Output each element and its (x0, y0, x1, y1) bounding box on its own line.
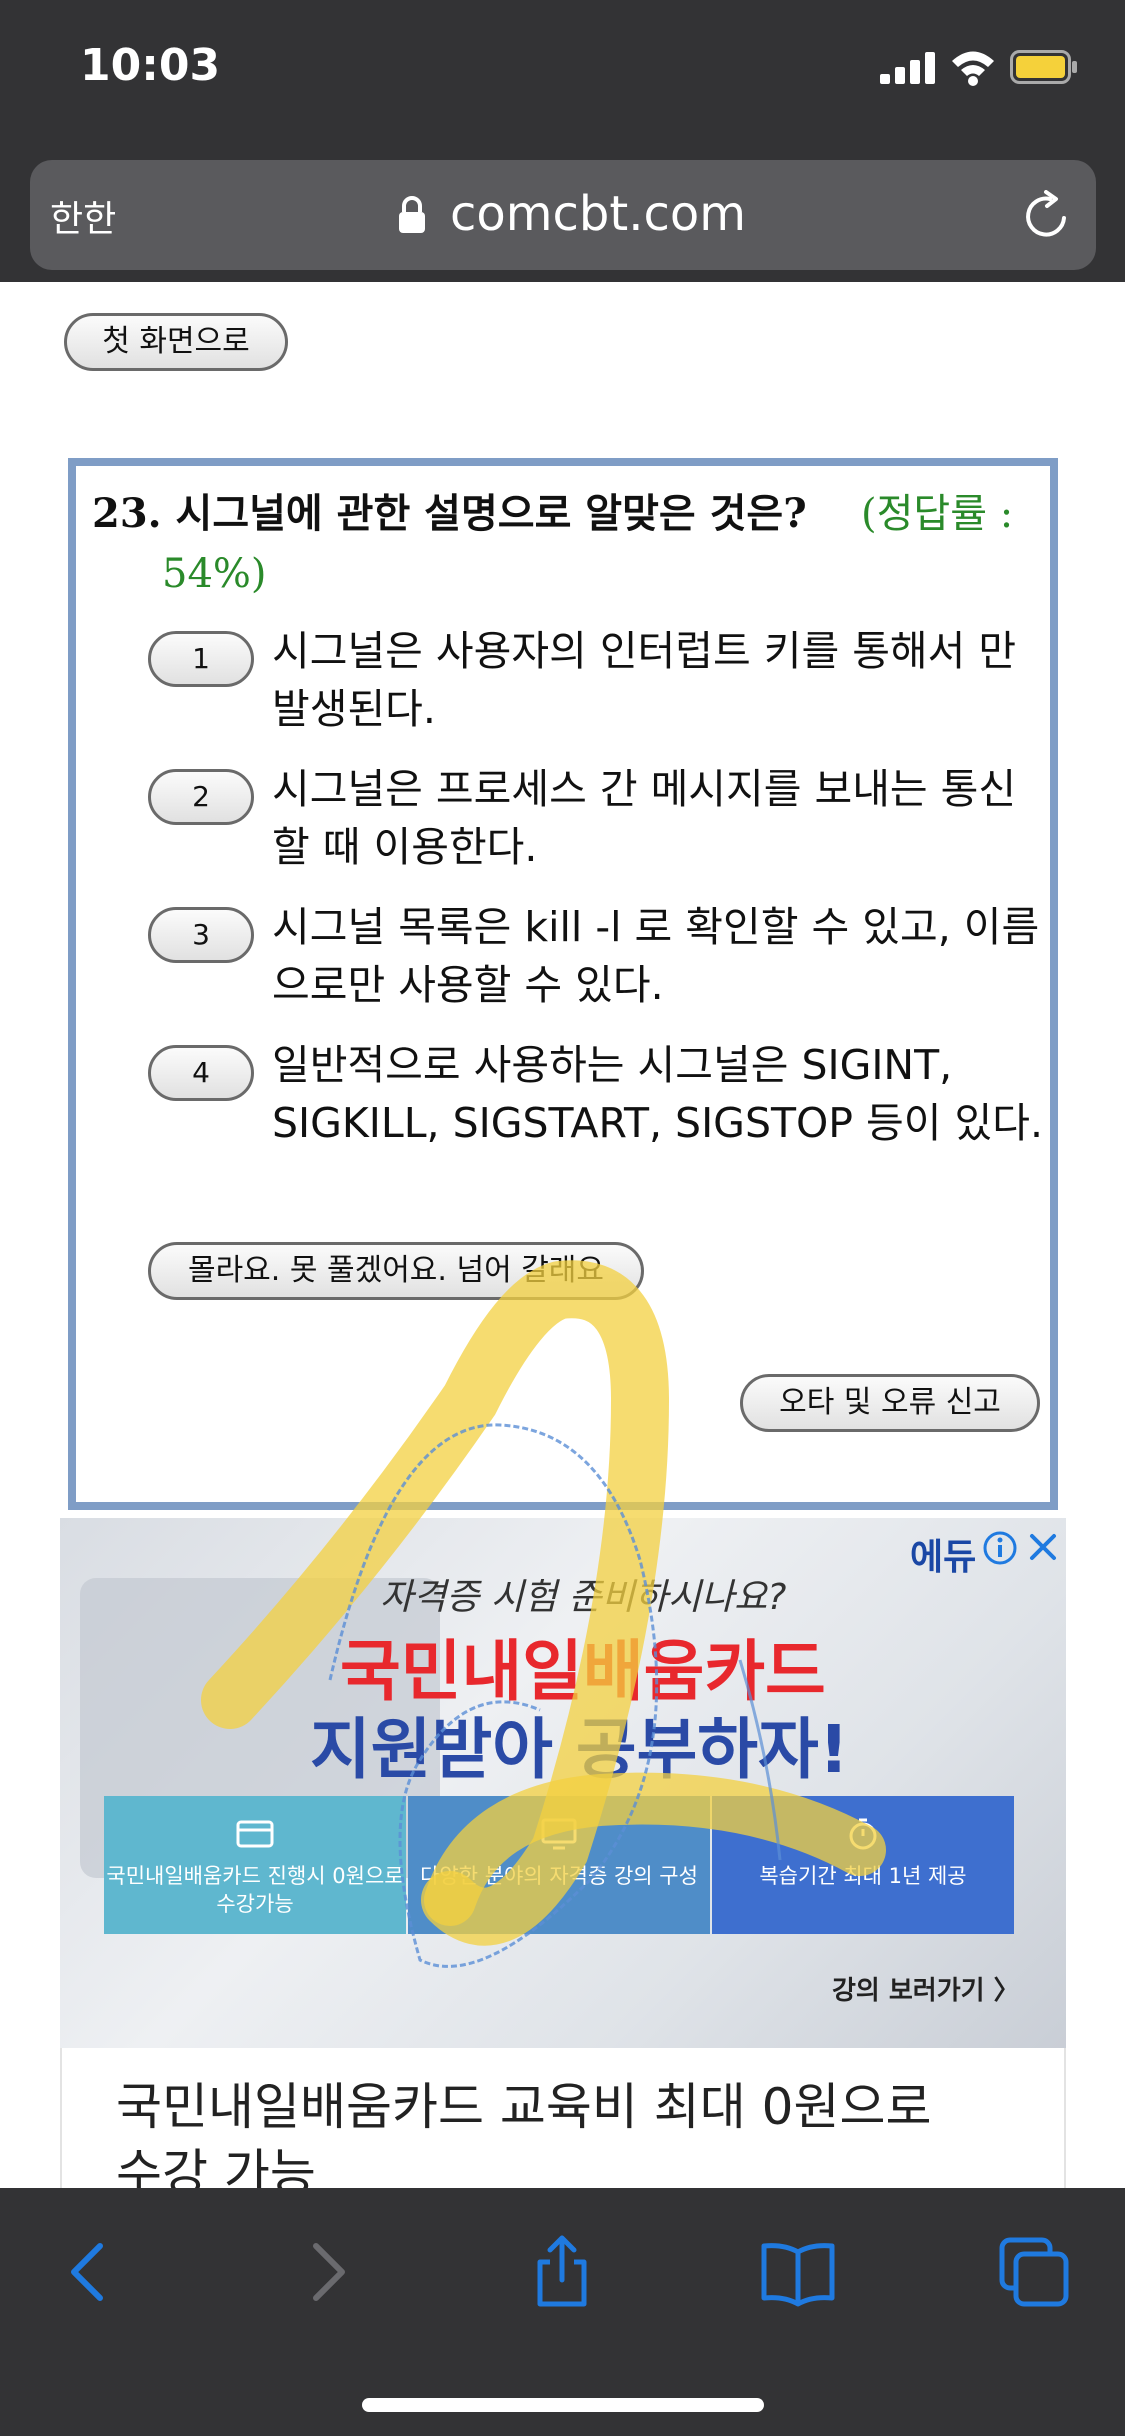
answer-rate-label: (정답률 : (861, 491, 1014, 537)
option-4-button[interactable]: 4 (148, 1045, 254, 1101)
option-3-text: 시그널 목록은 kill -l 로 확인할 수 있고, 이름으로만 사용할 수 … (272, 903, 1040, 1009)
address-bar[interactable]: 한한 comcbt.com (30, 160, 1096, 270)
ad-headline-2: 지원받아 공부하자! (310, 1711, 849, 1788)
forward-icon[interactable] (288, 2232, 368, 2312)
browser-address-area: 한한 comcbt.com (0, 140, 1125, 282)
ad-info-icon[interactable] (982, 1530, 1018, 1566)
tabs-icon[interactable] (994, 2232, 1074, 2312)
ad-caption[interactable]: 국민내일배움카드 교육비 최대 0원으로 수강 가능 (60, 2048, 1066, 2188)
option-4-text: 일반적으로 사용하는 시그널은 SIGINT, SIGKILL, SIGSTAR… (272, 1041, 1043, 1147)
card-payment-icon (236, 1820, 274, 1848)
url-text: comcbt.com (450, 186, 746, 242)
battery-icon (1010, 50, 1077, 84)
ad-feature-card-1: 국민내일배움카드 진행시 0원으로 수강가능 (104, 1796, 406, 1934)
home-button[interactable]: 첫 화면으로 (64, 313, 288, 371)
cellular-signal-icon (880, 52, 935, 84)
wifi-icon (952, 51, 994, 86)
ad-feature-card-2: 다양한 분야의 자격증 강의 구성 (408, 1796, 710, 1934)
report-error-button[interactable]: 오타 및 오류 신고 (740, 1374, 1040, 1432)
ad-banner[interactable]: 에듀 자격증 시험 준비하시나요? 국민내일배움카드 지원받아 공부하자! 국민… (60, 1518, 1066, 2048)
option-2-button[interactable]: 2 (148, 769, 254, 825)
share-icon[interactable] (522, 2232, 602, 2312)
ad-feature-text-2: 다양한 분야의 자격증 강의 구성 (420, 1864, 698, 1888)
monitor-icon (541, 1818, 577, 1850)
answer-rate-value: 54%) (162, 551, 267, 597)
home-indicator (362, 2398, 764, 2412)
ad-feature-card-3: 복습기간 최대 1년 제공 (712, 1796, 1014, 1934)
ad-caption-text: 국민내일배움카드 교육비 최대 0원으로 수강 가능 (116, 2078, 932, 2188)
reload-icon[interactable] (1020, 190, 1072, 242)
skip-question-button[interactable]: 몰라요. 못 풀겠어요. 넘어 갈래요 (148, 1242, 644, 1300)
ad-brand-logo: 에듀 (910, 1537, 977, 1578)
back-icon[interactable] (48, 2232, 128, 2312)
status-bar: 10:03 (0, 0, 1125, 140)
option-3-button[interactable]: 3 (148, 907, 254, 963)
stopwatch-icon (849, 1818, 877, 1850)
option-1-button[interactable]: 1 (148, 631, 254, 687)
ad-subtitle: 자격증 시험 준비하시나요? (380, 1577, 787, 1618)
option-1-text: 시그널은 사용자의 인터럽트 키를 통해서 만 발생된다. (272, 627, 1017, 733)
ad-feature-text-3: 복습기간 최대 1년 제공 (759, 1864, 967, 1888)
ad-feature-text-1: 국민내일배움카드 진행시 0원으로 수강가능 (106, 1864, 404, 1916)
lock-icon (399, 196, 425, 233)
option-2-text: 시그널은 프로세스 간 메시지를 보내는 통신 할 때 이용한다. (272, 765, 1017, 871)
ad-close-icon[interactable] (1026, 1530, 1060, 1564)
status-time: 10:03 (80, 40, 221, 91)
text-size-button[interactable]: 한한 (50, 190, 116, 242)
bookmarks-icon[interactable] (758, 2232, 838, 2312)
ad-more-link[interactable]: 강의 보러가기 〉 (832, 1970, 1020, 2007)
question-box: 23. 시그널에 관한 설명으로 알맞은 것은? (정답률 : 54%) 1 시… (68, 458, 1058, 1510)
